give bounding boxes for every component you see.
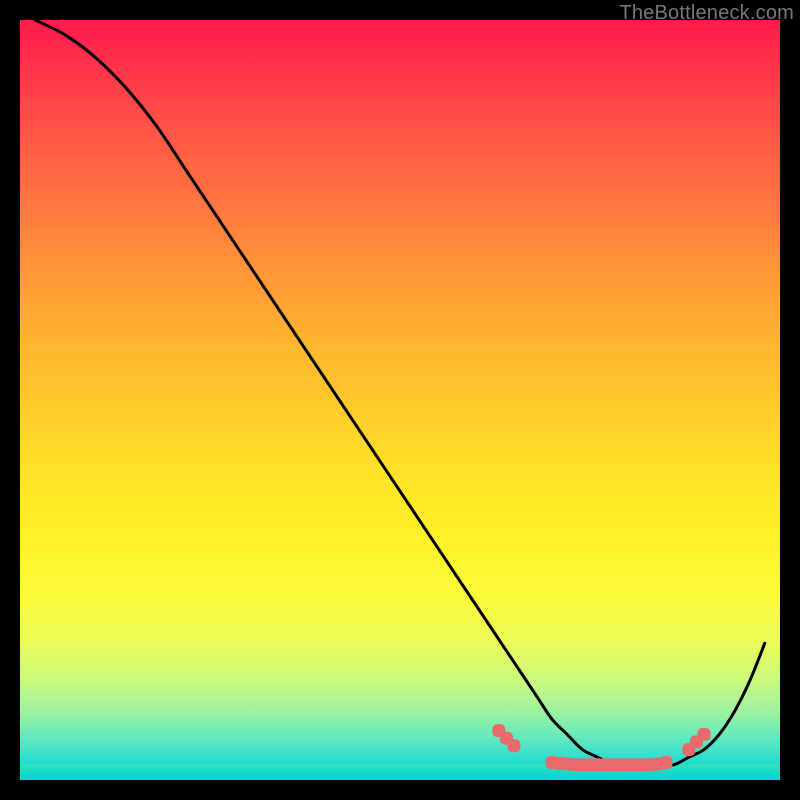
optimal-band bbox=[20, 764, 780, 780]
plot-area bbox=[20, 20, 780, 780]
background-gradient bbox=[20, 20, 780, 780]
chart-frame bbox=[20, 20, 780, 780]
